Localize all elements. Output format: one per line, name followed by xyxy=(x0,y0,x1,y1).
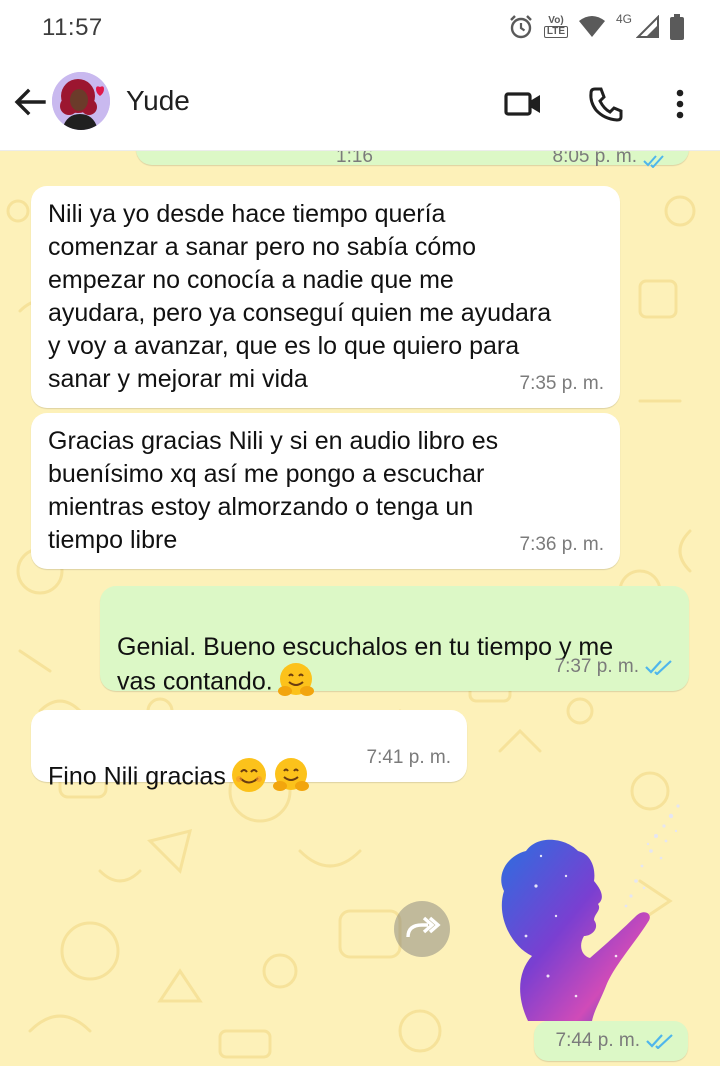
phone-icon[interactable] xyxy=(586,84,626,124)
read-ticks-icon xyxy=(646,1034,673,1049)
image-message-time: 7:44 p. m. xyxy=(534,1021,688,1061)
message-time: 7:35 p. m. xyxy=(520,367,605,400)
partial-message-time: 8:05 p. m. xyxy=(552,151,638,167)
alarm-icon xyxy=(510,15,532,39)
status-time: 11:57 xyxy=(42,14,103,41)
message-text: Fino Nili gracias xyxy=(48,726,310,797)
message-time: 7:36 p. m. xyxy=(520,528,605,561)
message-text: Gracias gracias Nili y si en audio libro… xyxy=(48,427,499,554)
message-time-label: 7:35 p. m. xyxy=(519,373,605,394)
forward-button[interactable] xyxy=(394,901,450,957)
incoming-message[interactable]: Nili ya yo desde hace tiempo quería come… xyxy=(31,186,620,408)
message-text: Genial. Bueno escuchalos en tu tiempo y … xyxy=(117,598,613,702)
partial-message-left-text: 1:16 xyxy=(336,151,373,167)
chat-area[interactable]: 1:16 8:05 p. m. Nili ya yo desde hace ti… xyxy=(0,151,720,1066)
video-call-icon[interactable] xyxy=(503,84,543,124)
outgoing-message[interactable]: Genial. Bueno escuchalos en tu tiempo y … xyxy=(100,586,689,696)
hugging-face-emoji xyxy=(272,758,309,791)
message-text-body: Fino Nili gracias xyxy=(48,762,226,791)
message-text: Nili ya yo desde hace tiempo quería come… xyxy=(48,200,552,393)
volte-label-bottom: LTE xyxy=(543,26,568,38)
back-arrow-icon[interactable] xyxy=(12,84,48,120)
status-bar: 11:57 Vo) LTE 4G xyxy=(0,0,720,58)
read-ticks-icon xyxy=(643,155,664,168)
message-time: 7:41 p. m. xyxy=(367,741,452,774)
more-vert-icon[interactable] xyxy=(660,84,700,124)
incoming-message[interactable]: Gracias gracias Nili y si en audio libro… xyxy=(31,413,620,569)
wifi-icon xyxy=(578,16,605,37)
message-time: 7:37 p. m. xyxy=(555,650,674,683)
message-time: 7:44 p. m. xyxy=(556,1030,675,1052)
volte-icon: Vo) LTE xyxy=(543,15,568,38)
volte-label-top: Vo) xyxy=(548,15,564,26)
message-time-label: 7:44 p. m. xyxy=(555,1030,641,1051)
contact-avatar[interactable] xyxy=(52,72,110,130)
message-time-label: 7:41 p. m. xyxy=(366,747,452,768)
message-time-label: 7:36 p. m. xyxy=(519,534,605,555)
chat-header: Yude xyxy=(0,58,720,151)
partial-message[interactable]: 1:16 8:05 p. m. xyxy=(136,151,689,168)
read-ticks-icon xyxy=(645,659,672,675)
network-type-label: 4G xyxy=(615,12,632,26)
message-time-label: 7:37 p. m. xyxy=(554,656,640,677)
hugging-face-emoji xyxy=(277,663,314,696)
woman-galaxy-silhouette-image[interactable] xyxy=(466,796,690,1022)
forward-icon xyxy=(406,916,441,938)
avatar-image xyxy=(52,72,110,130)
status-icons: Vo) LTE 4G xyxy=(508,12,684,42)
message-text-body: Genial. Bueno escuchalos en tu tiempo y … xyxy=(117,633,614,696)
smiling-face-emoji xyxy=(231,758,266,792)
incoming-message[interactable]: Fino Nili gracias 7:41 p. m. xyxy=(31,710,467,792)
battery-icon xyxy=(670,14,684,40)
contact-name[interactable]: Yude xyxy=(126,85,190,117)
signal-icon xyxy=(636,15,659,38)
